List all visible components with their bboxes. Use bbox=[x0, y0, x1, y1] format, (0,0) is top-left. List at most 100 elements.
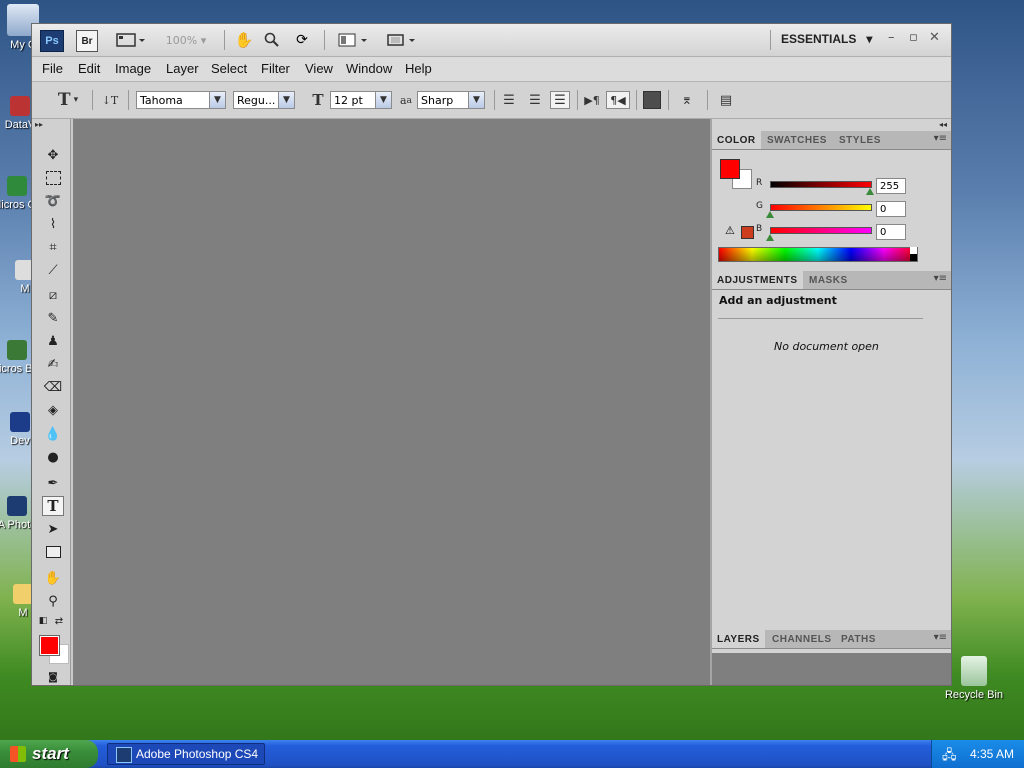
brush-tool[interactable]: ✎ bbox=[42, 308, 64, 328]
move-tool[interactable]: ✥ bbox=[42, 145, 64, 165]
healing-brush-tool[interactable]: ⧄ bbox=[42, 285, 64, 305]
bridge-button[interactable]: Br bbox=[76, 30, 98, 52]
align-center-button[interactable]: ☰ bbox=[525, 91, 545, 109]
color-spectrum-ramp[interactable] bbox=[718, 247, 918, 262]
r-slider-thumb[interactable] bbox=[866, 188, 874, 195]
menu-edit[interactable]: Edit bbox=[78, 61, 100, 76]
r-value-field[interactable]: 255 bbox=[876, 178, 906, 194]
path-selection-tool[interactable]: ➤ bbox=[42, 519, 64, 539]
zoom-tool-button[interactable] bbox=[262, 30, 282, 50]
b-value-field[interactable]: 0 bbox=[876, 224, 906, 240]
menu-select[interactable]: Select bbox=[211, 61, 247, 76]
screen-mode-button[interactable] bbox=[384, 30, 420, 50]
pen-tool[interactable]: ✒ bbox=[42, 473, 64, 493]
white-chip[interactable] bbox=[910, 247, 917, 254]
panel-menu-icon[interactable]: ▾≡ bbox=[934, 273, 947, 284]
workspace-switcher[interactable]: ESSENTIALS ▾ bbox=[781, 32, 872, 46]
clock[interactable]: 4:35 AM bbox=[970, 747, 1014, 761]
swap-colors-button[interactable]: ⇄ bbox=[52, 614, 66, 628]
photoshop-logo[interactable]: Ps bbox=[40, 30, 64, 52]
g-slider-thumb[interactable] bbox=[766, 211, 774, 218]
taskbar-photoshop-button[interactable]: Adobe Photoshop CS4 bbox=[107, 743, 265, 765]
menu-layer[interactable]: Layer bbox=[166, 61, 199, 76]
font-family-select[interactable]: Tahoma ▼ bbox=[136, 91, 226, 109]
b-slider[interactable] bbox=[770, 227, 872, 234]
blur-tool[interactable]: 💧 bbox=[42, 424, 64, 444]
rotate-view-icon: ⟳ bbox=[296, 32, 308, 48]
network-icon[interactable]: 🖧 bbox=[942, 746, 957, 768]
paint-bucket-tool[interactable]: ◈ bbox=[42, 400, 64, 420]
black-chip[interactable] bbox=[910, 254, 917, 261]
tab-masks[interactable]: MASKS bbox=[804, 271, 853, 289]
default-colors-button[interactable]: ◧ bbox=[36, 614, 50, 628]
arrange-documents-button[interactable] bbox=[336, 30, 372, 50]
app-icon bbox=[10, 412, 30, 432]
align-left-button[interactable]: ☰ bbox=[499, 91, 519, 109]
tab-styles[interactable]: STYLES bbox=[834, 131, 886, 149]
type-tool[interactable]: T bbox=[42, 496, 64, 516]
left-to-right-button[interactable]: ▶¶ bbox=[582, 91, 602, 109]
align-right-button[interactable]: ☰ bbox=[550, 91, 570, 109]
layers-panel-tabs: LAYERS CHANNELS PATHS ▾≡ bbox=[712, 630, 951, 649]
tab-layers[interactable]: LAYERS bbox=[712, 630, 765, 648]
start-button[interactable]: start bbox=[0, 740, 98, 768]
desktop-icon-label: Recycle Bin bbox=[944, 689, 1004, 701]
font-style-select[interactable]: Regu... ▼ bbox=[233, 91, 295, 109]
menu-help[interactable]: Help bbox=[405, 61, 432, 76]
right-to-left-button[interactable]: ¶◀ bbox=[606, 91, 630, 109]
panel-collapse-icon[interactable]: ◂◂ bbox=[939, 120, 947, 129]
zoom-tool[interactable]: ⚲ bbox=[42, 591, 64, 611]
dodge-tool[interactable]: ● bbox=[42, 447, 64, 467]
panel-menu-icon[interactable]: ▾≡ bbox=[934, 133, 947, 144]
panel-menu-icon[interactable]: ▾≡ bbox=[934, 632, 947, 643]
shape-tool[interactable] bbox=[42, 542, 64, 562]
foreground-color-swatch[interactable] bbox=[39, 635, 60, 656]
tab-color[interactable]: COLOR bbox=[712, 131, 761, 149]
tab-adjustments[interactable]: ADJUSTMENTS bbox=[712, 271, 803, 289]
menu-filter[interactable]: Filter bbox=[261, 61, 290, 76]
gamut-warning-icon[interactable]: ⚠ bbox=[725, 224, 735, 237]
menu-image[interactable]: Image bbox=[115, 61, 151, 76]
document-canvas-area[interactable] bbox=[73, 119, 710, 685]
menu-window[interactable]: Window bbox=[346, 61, 392, 76]
maximize-button[interactable]: ▫ bbox=[909, 30, 918, 45]
gamut-color-chip[interactable] bbox=[741, 226, 754, 239]
eyedropper-tool[interactable]: ⟋ bbox=[42, 260, 64, 280]
lasso-tool[interactable]: ➰ bbox=[42, 191, 64, 211]
text-orientation-button[interactable]: ↓T bbox=[100, 91, 120, 109]
antialias-select[interactable]: Sharp ▼ bbox=[417, 91, 485, 109]
crop-tool[interactable]: ⌗ bbox=[42, 237, 64, 257]
character-panel-button[interactable]: ▤ bbox=[716, 91, 736, 109]
menu-file[interactable]: File bbox=[42, 61, 63, 76]
menu-view[interactable]: View bbox=[305, 61, 333, 76]
close-button[interactable]: ✕ bbox=[929, 30, 940, 45]
tab-swatches[interactable]: SWATCHES bbox=[762, 131, 832, 149]
font-size-value: 12 pt bbox=[334, 93, 363, 107]
view-extras-button[interactable] bbox=[114, 30, 148, 50]
g-slider[interactable] bbox=[770, 204, 872, 211]
foreground-color-swatch[interactable] bbox=[720, 159, 740, 179]
zoom-level-dropdown[interactable]: 100% ▾ bbox=[160, 30, 212, 50]
r-label: R bbox=[756, 178, 763, 188]
eraser-tool[interactable]: ⌫ bbox=[42, 377, 64, 397]
marquee-tool[interactable] bbox=[42, 168, 64, 188]
b-slider-thumb[interactable] bbox=[766, 234, 774, 241]
tab-channels[interactable]: CHANNELS bbox=[767, 630, 837, 648]
r-slider[interactable] bbox=[770, 181, 872, 188]
clone-stamp-tool[interactable]: ♟ bbox=[42, 331, 64, 351]
font-family-value: Tahoma bbox=[140, 93, 183, 107]
hand-tool[interactable]: ✋ bbox=[42, 568, 64, 588]
rotate-view-button[interactable]: ⟳ bbox=[291, 30, 313, 50]
warp-text-button[interactable]: ⌆ bbox=[677, 91, 697, 109]
tab-paths[interactable]: PATHS bbox=[836, 630, 881, 648]
text-color-swatch[interactable] bbox=[642, 91, 662, 109]
minimize-button[interactable]: – bbox=[888, 30, 895, 45]
tool-preset-picker[interactable]: T ▾ bbox=[50, 90, 86, 110]
quick-mask-button[interactable]: ◙ bbox=[42, 667, 64, 687]
hand-tool-button[interactable]: ✋ bbox=[234, 30, 254, 50]
font-size-select[interactable]: 12 pt ▼ bbox=[330, 91, 392, 109]
history-brush-tool[interactable]: ✍ bbox=[42, 354, 64, 374]
toolbox-collapse-icon[interactable]: ▸▸ bbox=[35, 120, 43, 129]
g-value-field[interactable]: 0 bbox=[876, 201, 906, 217]
quick-selection-tool[interactable]: ⌇ bbox=[42, 214, 64, 234]
